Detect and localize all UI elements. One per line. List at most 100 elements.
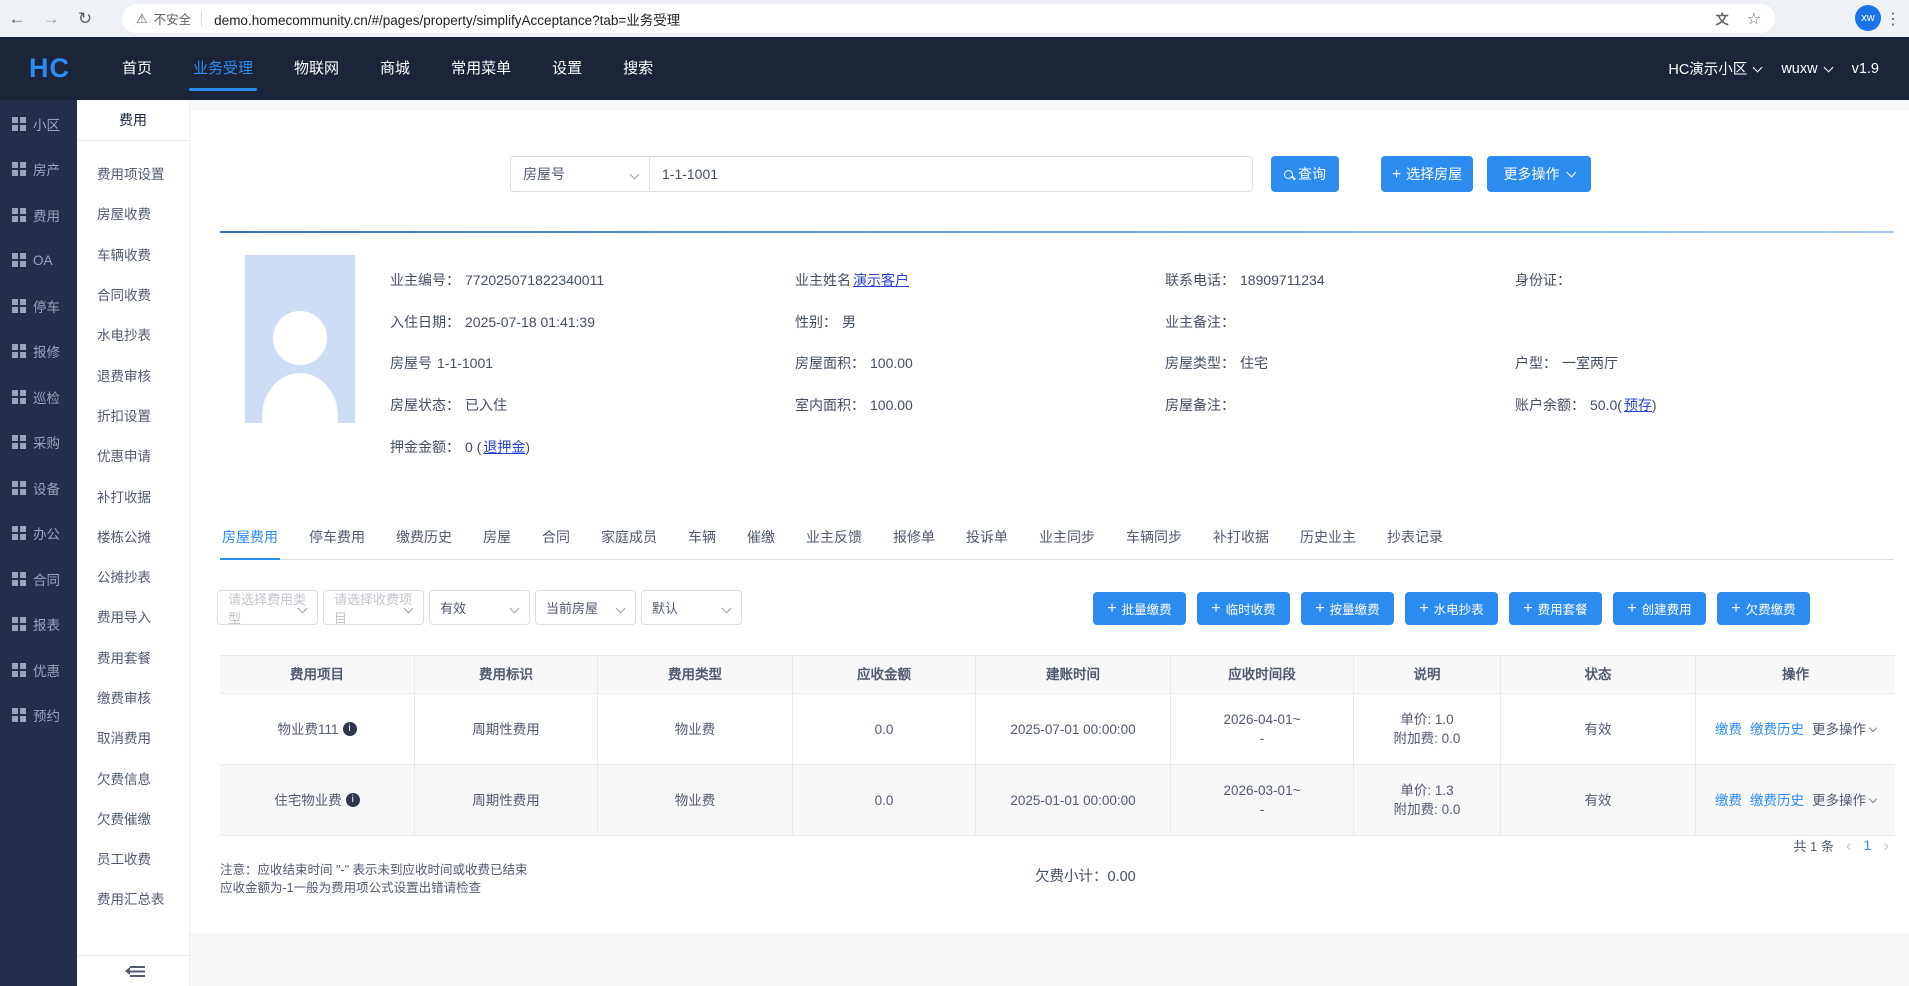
sort-select[interactable]: 默认 (641, 590, 742, 625)
security-label[interactable]: 不安全 (154, 9, 192, 28)
tab-complaint-order[interactable]: 投诉单 (964, 524, 1010, 559)
community-switcher[interactable]: HC演示小区 (1668, 58, 1761, 79)
sidebar-item-contract[interactable]: 合同 (0, 556, 77, 602)
tab-owner-sync[interactable]: 业主同步 (1037, 524, 1097, 559)
tab-family[interactable]: 家庭成员 (599, 524, 659, 559)
fee-package-button[interactable]: 费用套餐 (1509, 592, 1602, 625)
sidebar-item-reservation[interactable]: 预约 (0, 693, 77, 739)
forward-icon[interactable]: → (34, 9, 68, 29)
submenu-item-fee-package[interactable]: 费用套餐 (77, 637, 189, 677)
house-scope-select[interactable]: 当前房屋 (535, 590, 636, 625)
tab-house-fee[interactable]: 房屋费用 (220, 524, 280, 559)
submenu-item-discount-settings[interactable]: 折扣设置 (77, 395, 189, 435)
tab-repair-order[interactable]: 报修单 (891, 524, 937, 559)
tab-vehicle[interactable]: 车辆 (686, 524, 718, 559)
validity-select[interactable]: 有效 (429, 590, 530, 625)
batch-pay-button[interactable]: 批量缴费 (1093, 592, 1186, 625)
more-ops-button[interactable]: 更多操作 (1812, 720, 1876, 739)
browser-menu-icon[interactable] (1885, 9, 1901, 29)
address-bar[interactable]: 不安全 demo.homecommunity.cn/#/pages/proper… (122, 4, 1775, 33)
temp-charge-button[interactable]: 临时收费 (1197, 592, 1290, 625)
more-ops-button[interactable]: 更多操作 (1812, 791, 1876, 810)
submenu-item-building-share[interactable]: 楼栋公摊 (77, 516, 189, 556)
nav-item-mall[interactable]: 商城 (378, 37, 412, 100)
tab-pay-history[interactable]: 缴费历史 (394, 524, 454, 559)
sidebar-item-oa[interactable]: OA (0, 238, 77, 284)
more-actions-button[interactable]: 更多操作 (1487, 156, 1591, 192)
submenu-item-contract-charge[interactable]: 合同收费 (77, 274, 189, 314)
submenu-item-pay-review[interactable]: 缴费审核 (77, 677, 189, 717)
browser-profile-avatar[interactable]: xw (1855, 5, 1881, 31)
insecure-warning-icon[interactable] (136, 10, 148, 28)
user-menu[interactable]: wuxw (1781, 61, 1831, 77)
tab-parking-fee[interactable]: 停车费用 (307, 524, 367, 559)
metered-pay-button[interactable]: 按量缴费 (1301, 592, 1394, 625)
submenu-item-reprint-receipt[interactable]: 补打收据 (77, 475, 189, 515)
sidebar-item-property[interactable]: 房产 (0, 147, 77, 193)
info-icon[interactable] (343, 722, 357, 736)
tab-owner-feedback[interactable]: 业主反馈 (804, 524, 864, 559)
app-logo[interactable]: HC (29, 53, 70, 84)
select-house-button[interactable]: 选择房屋 (1381, 156, 1473, 192)
nav-item-search[interactable]: 搜索 (621, 37, 655, 100)
sidebar-item-community[interactable]: 小区 (0, 101, 77, 147)
submenu-item-fee-summary[interactable]: 费用汇总表 (77, 878, 189, 918)
nav-item-business[interactable]: 业务受理 (191, 37, 255, 100)
submenu-item-house-charge[interactable]: 房屋收费 (77, 193, 189, 233)
back-icon[interactable]: ← (0, 9, 34, 29)
pay-link[interactable]: 缴费 (1715, 791, 1742, 810)
submenu-item-share-meter[interactable]: 公摊抄表 (77, 556, 189, 596)
owner-name-link[interactable]: 演示客户 (853, 272, 909, 288)
submenu-item-vehicle-charge[interactable]: 车辆收费 (77, 234, 189, 274)
nav-item-iot[interactable]: 物联网 (292, 37, 341, 100)
sidebar-item-purchase[interactable]: 采购 (0, 420, 77, 466)
tab-history-owner[interactable]: 历史业主 (1298, 524, 1358, 559)
house-number-input[interactable] (650, 156, 1253, 192)
charge-item-select[interactable]: 请选择收费项目 (323, 590, 424, 625)
sidebar-item-report[interactable]: 报表 (0, 602, 77, 648)
arrears-pay-button[interactable]: 欠费缴费 (1717, 592, 1810, 625)
pay-link[interactable]: 缴费 (1715, 720, 1742, 739)
submenu-item-cancel-fee[interactable]: 取消费用 (77, 717, 189, 757)
fee-type-select[interactable]: 请选择费用类型 (217, 590, 318, 625)
reload-icon[interactable]: ↻ (68, 9, 102, 29)
translate-icon[interactable] (1716, 9, 1729, 29)
bookmark-star-icon[interactable] (1747, 9, 1761, 29)
sidebar-item-repair[interactable]: 报修 (0, 329, 77, 375)
sidebar-item-office[interactable]: 办公 (0, 511, 77, 557)
submenu-item-refund-review[interactable]: 退费审核 (77, 354, 189, 394)
sidebar-item-fee[interactable]: 费用 (0, 192, 77, 238)
tab-reprint-receipt[interactable]: 补打收据 (1211, 524, 1271, 559)
submenu-item-fee-import[interactable]: 费用导入 (77, 596, 189, 636)
submenu-item-arrears-urge[interactable]: 欠费催缴 (77, 798, 189, 838)
submenu-item-staff-charge[interactable]: 员工收费 (77, 838, 189, 878)
sidebar-collapse-button[interactable] (77, 955, 189, 986)
info-icon[interactable] (346, 793, 360, 807)
prepay-link[interactable]: 预存 (1624, 397, 1652, 413)
page-number[interactable]: 1 (1864, 837, 1872, 853)
create-fee-button[interactable]: 创建费用 (1613, 592, 1706, 625)
tab-vehicle-sync[interactable]: 车辆同步 (1124, 524, 1184, 559)
tab-meter-record[interactable]: 抄表记录 (1385, 524, 1445, 559)
nav-item-common-menu[interactable]: 常用菜单 (449, 37, 513, 100)
submenu-item-arrears-info[interactable]: 欠费信息 (77, 757, 189, 797)
search-type-select[interactable]: 房屋号 (510, 156, 650, 192)
sidebar-item-discount[interactable]: 优惠 (0, 647, 77, 693)
submenu-item-fee-settings[interactable]: 费用项设置 (77, 153, 189, 193)
meter-reading-button[interactable]: 水电抄表 (1405, 592, 1498, 625)
sidebar-item-inspection[interactable]: 巡检 (0, 374, 77, 420)
next-page-icon[interactable] (1883, 837, 1889, 854)
pay-history-link[interactable]: 缴费历史 (1750, 720, 1804, 739)
query-button[interactable]: 查询 (1271, 156, 1339, 192)
tab-contract[interactable]: 合同 (540, 524, 572, 559)
url-text[interactable]: demo.homecommunity.cn/#/pages/property/s… (214, 9, 680, 29)
prev-page-icon[interactable] (1846, 837, 1852, 854)
nav-item-home[interactable]: 首页 (120, 37, 154, 100)
pay-history-link[interactable]: 缴费历史 (1750, 791, 1804, 810)
nav-item-settings[interactable]: 设置 (550, 37, 584, 100)
sidebar-item-parking[interactable]: 停车 (0, 283, 77, 329)
tab-urge[interactable]: 催缴 (745, 524, 777, 559)
sidebar-item-device[interactable]: 设备 (0, 465, 77, 511)
refund-deposit-link[interactable]: 退押金 (483, 439, 525, 455)
submenu-item-discount-apply[interactable]: 优惠申请 (77, 435, 189, 475)
